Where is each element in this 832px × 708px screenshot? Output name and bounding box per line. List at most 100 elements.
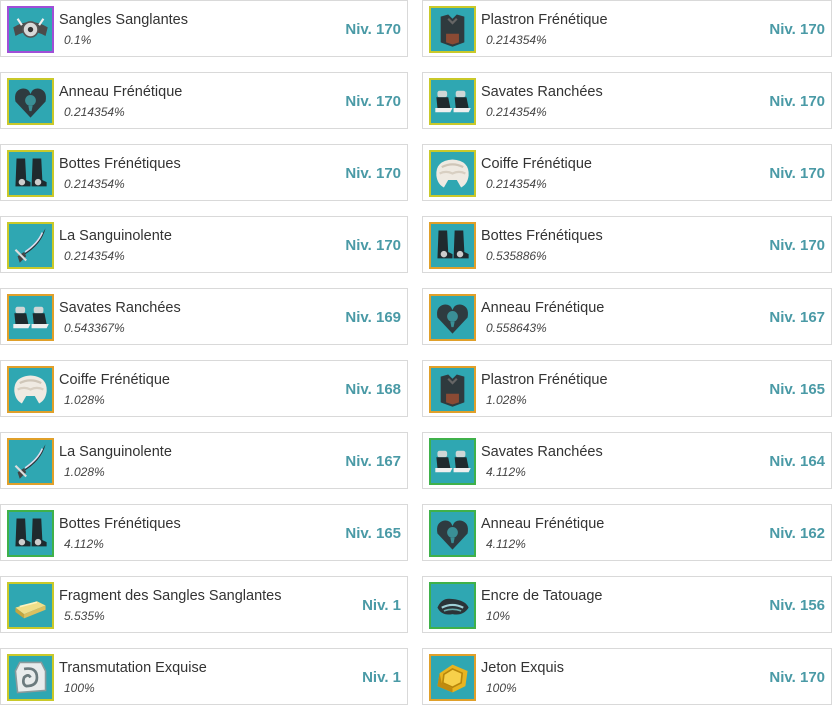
item-drop-rate: 0.214354% xyxy=(486,33,547,47)
item-drop-rate: 1.028% xyxy=(486,393,527,407)
drop-item[interactable]: Anneau Frénétique 4.112% Niv. 162 xyxy=(422,504,832,561)
drop-item[interactable]: La Sanguinolente 1.028% Niv. 167 xyxy=(0,432,408,489)
item-thumbnail xyxy=(429,654,476,701)
boots-icon xyxy=(9,512,52,555)
item-drop-rate: 0.214354% xyxy=(64,105,125,119)
item-name: Transmutation Exquise xyxy=(59,660,207,676)
token-icon xyxy=(431,656,474,699)
item-thumbnail xyxy=(7,222,54,269)
drop-item[interactable]: Encre de Tatouage 10% Niv. 156 xyxy=(422,576,832,633)
ring-icon xyxy=(9,80,52,123)
shoes-icon xyxy=(9,296,52,339)
item-drop-rate: 4.112% xyxy=(486,465,526,479)
shoes-icon xyxy=(431,440,474,483)
item-level: Niv. 170 xyxy=(769,237,825,254)
item-drop-rate: 0.214354% xyxy=(486,177,547,191)
drop-item[interactable]: Transmutation Exquise 100% Niv. 1 xyxy=(0,648,408,705)
item-level: Niv. 170 xyxy=(769,93,825,110)
item-drop-rate: 4.112% xyxy=(64,537,104,551)
item-level: Niv. 170 xyxy=(345,165,401,182)
item-thumbnail xyxy=(7,438,54,485)
item-thumbnail xyxy=(429,78,476,125)
item-thumbnail xyxy=(429,294,476,341)
shoes-icon xyxy=(431,80,474,123)
item-drop-rate: 0.214354% xyxy=(486,105,547,119)
item-name: Sangles Sanglantes xyxy=(59,12,188,28)
item-level: Niv. 170 xyxy=(345,21,401,38)
ink-icon xyxy=(431,584,474,627)
item-thumbnail xyxy=(7,654,54,701)
drop-item[interactable]: Bottes Frénétiques 0.535886% Niv. 170 xyxy=(422,216,832,273)
breastplate-icon xyxy=(431,8,474,51)
item-name: Fragment des Sangles Sanglantes xyxy=(59,588,282,604)
item-drop-rate: 1.028% xyxy=(64,393,105,407)
item-name: Anneau Frénétique xyxy=(481,516,605,532)
item-level: Niv. 170 xyxy=(769,165,825,182)
item-level: Niv. 165 xyxy=(769,381,825,398)
item-level: Niv. 156 xyxy=(769,597,825,614)
drop-item[interactable]: Bottes Frénétiques 0.214354% Niv. 170 xyxy=(0,144,408,201)
item-thumbnail xyxy=(7,6,54,53)
item-name: Plastron Frénétique xyxy=(481,372,608,388)
drop-item[interactable]: Fragment des Sangles Sanglantes 5.535% N… xyxy=(0,576,408,633)
item-thumbnail xyxy=(429,582,476,629)
item-name: Anneau Frénétique xyxy=(59,84,183,100)
ring-icon xyxy=(431,512,474,555)
item-name: La Sanguinolente xyxy=(59,228,172,244)
drop-item[interactable]: La Sanguinolente 0.214354% Niv. 170 xyxy=(0,216,408,273)
item-drop-rate: 100% xyxy=(64,681,95,695)
item-drop-rate: 0.543367% xyxy=(64,321,125,335)
item-thumbnail xyxy=(7,150,54,197)
item-drop-rate: 100% xyxy=(486,681,517,695)
item-drop-rate: 10% xyxy=(486,609,511,623)
item-name: Bottes Frénétiques xyxy=(59,516,181,532)
item-thumbnail xyxy=(429,366,476,413)
item-level: Niv. 164 xyxy=(769,453,825,470)
item-name: Bottes Frénétiques xyxy=(481,228,603,244)
breastplate-icon xyxy=(431,368,474,411)
item-thumbnail xyxy=(429,222,476,269)
belt-icon xyxy=(9,8,52,51)
dagger-icon xyxy=(9,224,52,267)
item-name: Savates Ranchées xyxy=(59,300,181,316)
item-level: Niv. 170 xyxy=(345,237,401,254)
item-name: Plastron Frénétique xyxy=(481,12,608,28)
drop-item[interactable]: Anneau Frénétique 0.558643% Niv. 167 xyxy=(422,288,832,345)
helmet-icon xyxy=(9,368,52,411)
drop-item[interactable]: Bottes Frénétiques 4.112% Niv. 165 xyxy=(0,504,408,561)
item-thumbnail xyxy=(429,510,476,557)
item-level: Niv. 162 xyxy=(769,525,825,542)
item-level: Niv. 1 xyxy=(362,669,401,686)
item-level: Niv. 170 xyxy=(769,21,825,38)
ingot-icon xyxy=(9,584,52,627)
item-drop-rate: 5.535% xyxy=(64,609,105,623)
item-name: Savates Ranchées xyxy=(481,444,603,460)
item-thumbnail xyxy=(7,294,54,341)
item-level: Niv. 170 xyxy=(769,669,825,686)
drop-item[interactable]: Savates Ranchées 0.543367% Niv. 169 xyxy=(0,288,408,345)
boots-icon xyxy=(9,152,52,195)
item-name: Jeton Exquis xyxy=(481,660,565,676)
item-drop-rate: 0.214354% xyxy=(64,249,125,263)
drop-item[interactable]: Plastron Frénétique 1.028% Niv. 165 xyxy=(422,360,832,417)
drop-item[interactable]: Plastron Frénétique 0.214354% Niv. 170 xyxy=(422,0,832,57)
item-level: Niv. 1 xyxy=(362,597,401,614)
drop-item[interactable]: Savates Ranchées 0.214354% Niv. 170 xyxy=(422,72,832,129)
item-drop-rate: 0.558643% xyxy=(486,321,547,335)
dagger-icon xyxy=(9,440,52,483)
item-thumbnail xyxy=(7,510,54,557)
drop-item[interactable]: Savates Ranchées 4.112% Niv. 164 xyxy=(422,432,832,489)
drop-item[interactable]: Jeton Exquis 100% Niv. 170 xyxy=(422,648,832,705)
drop-item[interactable]: Sangles Sanglantes 0.1% Niv. 170 xyxy=(0,0,408,57)
drop-item[interactable]: Coiffe Frénétique 0.214354% Niv. 170 xyxy=(422,144,832,201)
ring-icon xyxy=(431,296,474,339)
item-level: Niv. 165 xyxy=(345,525,401,542)
item-name: Savates Ranchées xyxy=(481,84,603,100)
item-level: Niv. 167 xyxy=(345,453,401,470)
item-drop-rate: 4.112% xyxy=(486,537,526,551)
drop-item[interactable]: Coiffe Frénétique 1.028% Niv. 168 xyxy=(0,360,408,417)
item-drop-rate: 0.1% xyxy=(64,33,92,47)
item-name: Coiffe Frénétique xyxy=(59,372,170,388)
rune-icon xyxy=(9,656,52,699)
drop-item[interactable]: Anneau Frénétique 0.214354% Niv. 170 xyxy=(0,72,408,129)
